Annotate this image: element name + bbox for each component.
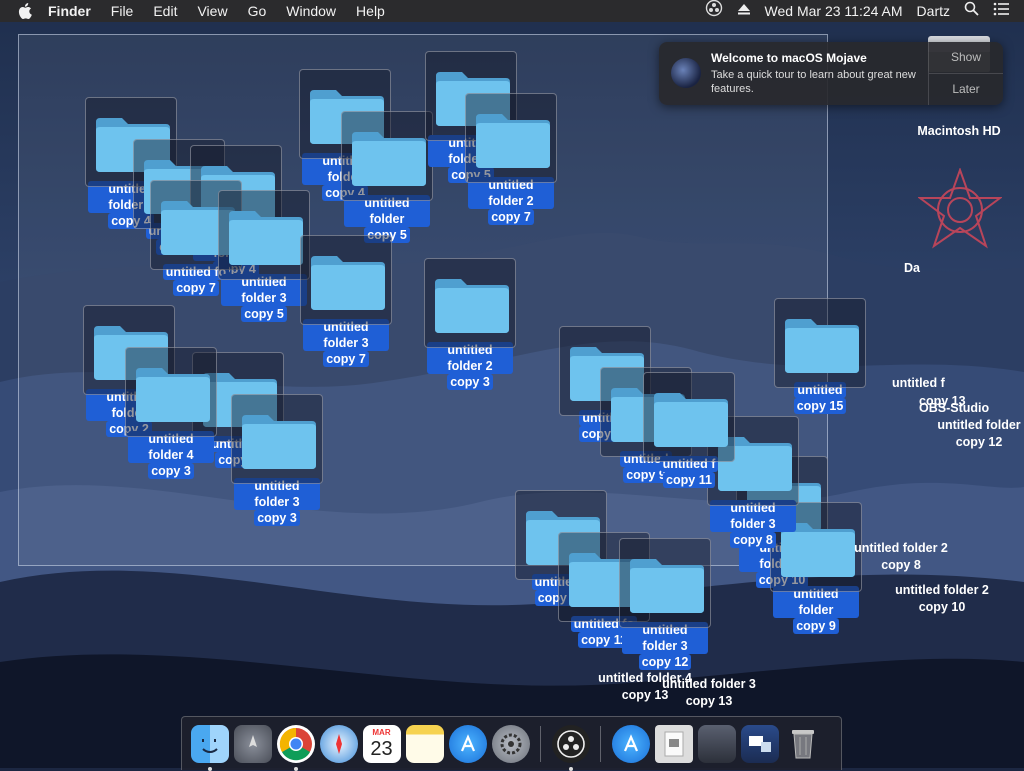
dock-safari-icon[interactable] (319, 724, 358, 763)
folder-icon (341, 111, 433, 201)
notification-banner[interactable]: Welcome to macOS Mojave Take a quick tou… (659, 42, 1003, 105)
folder-label-line-2: copy 3 (447, 374, 493, 390)
menu-window[interactable]: Window (276, 0, 346, 22)
folder-item[interactable]: untitled folder 3 copy 5 (218, 190, 310, 323)
folder-icon (424, 258, 516, 348)
right-label-folder2-copy-8: untitled folder 2 copy 8 (854, 541, 948, 572)
dock-disk-image-icon[interactable] (654, 724, 693, 763)
folder-item[interactable]: untitled folder 2 copy 3 (424, 258, 516, 391)
dock-obs-icon[interactable] (551, 724, 590, 771)
notification-title: Welcome to macOS Mojave (711, 51, 867, 65)
folder-item[interactable]: untitled folder 3 copy 7 (300, 235, 392, 368)
dock-photo-thumbnail-icon[interactable] (697, 724, 736, 763)
eject-icon[interactable] (730, 0, 758, 22)
dock-app-store-download-icon[interactable] (611, 724, 650, 763)
dock: MAR 23 (181, 716, 842, 771)
daz-label-partial: Da (904, 261, 920, 275)
menu-bar: Finder File Edit View Go Window Help Wed… (0, 0, 1024, 22)
menu-view[interactable]: View (187, 0, 237, 22)
folder-icon (300, 235, 392, 325)
folder-label-line-2: copy 7 (323, 351, 369, 367)
folder-icon (231, 394, 323, 484)
folder-item[interactable]: untitled folder 3 copy 12 (619, 538, 711, 671)
dock-system-preferences-icon[interactable] (491, 724, 530, 763)
right-label-folder2-copy-10: untitled folder 2 copy 10 (895, 583, 989, 614)
folder-icon (643, 372, 735, 462)
folder-label-line-2: copy 3 (254, 510, 300, 526)
notification-center-icon[interactable] (986, 0, 1016, 22)
folder-label: untitled folder 3 copy 7 (300, 319, 392, 367)
folder-label-line-2: copy 8 (730, 532, 776, 548)
running-indicator (568, 766, 573, 771)
notification-actions: Show Later (928, 42, 1003, 105)
macintosh-hd-label: Macintosh HD (917, 124, 1001, 138)
show-button[interactable]: Show (929, 42, 1003, 73)
obs-status-icon[interactable] (698, 0, 730, 23)
menu-help[interactable]: Help (346, 0, 395, 22)
dock-launchpad-icon[interactable] (233, 724, 272, 763)
right-label-untitled-f: untitled f (892, 376, 945, 390)
folder-label-line-2: copy 12 (638, 654, 692, 670)
folder-label: untitled folder copy 9 (770, 586, 862, 634)
dock-calendar-icon[interactable]: MAR 23 (362, 724, 401, 763)
folder-icon (774, 298, 866, 388)
folder-label: untitled folder 4 copy 3 (125, 431, 217, 479)
menu-file[interactable]: File (101, 0, 144, 22)
folder-label: untitled folder 2 copy 7 (465, 177, 557, 225)
folder-icon (619, 538, 711, 628)
spotlight-search-icon[interactable] (957, 0, 986, 22)
daz-studio-icon[interactable] (918, 168, 1002, 252)
folder-item[interactable]: untitled folder 4 copy 3 (125, 347, 217, 480)
dock-chrome-icon[interactable] (276, 724, 315, 771)
mojave-icon (671, 58, 701, 88)
folder-label-line-2: copy 15 (793, 398, 847, 414)
obs-label: OBS-Studio (919, 401, 990, 415)
folder-label: untitled folder 3 copy 12 (619, 622, 711, 670)
calendar-month: MAR (372, 727, 391, 737)
apple-icon[interactable] (18, 3, 32, 19)
folder-label-line-2: copy 5 (241, 306, 287, 322)
folder-label-line-2: copy 11 (663, 472, 715, 488)
folder-label: untitled folder 3 copy 5 (218, 274, 310, 322)
folder-item[interactable]: untitled folder 2 copy 7 (465, 93, 557, 226)
dock-trash-icon[interactable] (784, 725, 822, 763)
user-name[interactable]: Dartz (910, 0, 957, 22)
dock-app-store-icon[interactable] (448, 724, 487, 763)
menu-go[interactable]: Go (238, 0, 277, 22)
folder-label: untitled folder 3 copy 8 (707, 500, 799, 548)
later-button[interactable]: Later (929, 73, 1003, 105)
folder-item[interactable]: untitled folder copy 5 (341, 111, 433, 244)
dock-separator (540, 725, 541, 762)
folder-icon (465, 93, 557, 183)
folder-label-line-2: copy 7 (173, 280, 219, 296)
notification-body: Take a quick tour to learn about great n… (711, 69, 916, 95)
folder-icon (125, 347, 217, 437)
dock-separator (600, 725, 601, 762)
dock-finder-icon[interactable] (190, 724, 229, 771)
dock-preview-icon[interactable] (740, 724, 779, 763)
right-label-folder-copy-12: untitled folder copy 12 (937, 418, 1021, 449)
menu-app-name[interactable]: Finder (38, 0, 101, 22)
folder-icon (218, 190, 310, 280)
folder-item[interactable]: untitled folder 3 copy 3 (231, 394, 323, 527)
folder-label: untitled folder 2 copy 3 (424, 342, 516, 390)
folder-label-line-2: copy 3 (148, 463, 194, 479)
folder-label-line-2: copy 7 (488, 209, 534, 225)
clock-datetime[interactable]: Wed Mar 23 11:24 AM (758, 0, 910, 22)
folder-item[interactable]: untitled copy 15 (774, 298, 866, 415)
folder-label: untitled folder 3 copy 3 (231, 478, 323, 526)
calendar-day: 23 (370, 737, 393, 760)
folder-label-line-2: copy 9 (793, 618, 839, 634)
running-indicator (207, 766, 212, 771)
dock-notes-icon[interactable] (405, 724, 444, 763)
folder-item[interactable]: untitled f copy 11 (643, 372, 735, 489)
menu-edit[interactable]: Edit (143, 0, 187, 22)
running-indicator (293, 766, 298, 771)
right-label-folder3-copy-13: untitled folder 3 copy 13 (662, 677, 756, 708)
